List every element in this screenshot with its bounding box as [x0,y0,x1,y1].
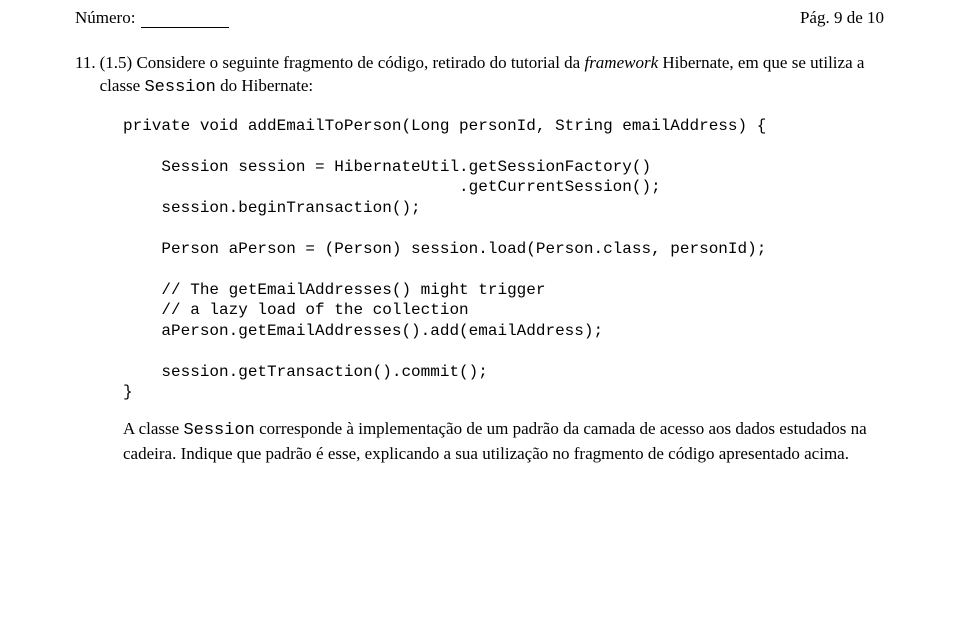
question-number: 11. [75,52,96,100]
code-line: session.beginTransaction(); [123,199,421,217]
question-framework-word: framework [584,53,658,72]
closing-text: A classe Session corresponde à implement… [123,418,884,466]
page-header: Número: Pág. 9 de 10 [75,8,884,28]
closing-session-word: Session [183,421,254,440]
numero-underline [141,9,229,28]
page: Número: Pág. 9 de 10 11. (1.5) Considere… [0,0,959,628]
code-line: session.getTransaction().commit(); [123,363,488,381]
code-line: // a lazy load of the collection [123,301,469,319]
code-line: private void addEmailToPerson(Long perso… [123,117,766,135]
question-text: (1.5) Considere o seguinte fragmento de … [100,52,884,100]
numero-field: Número: [75,8,229,28]
numero-label: Número: [75,8,135,28]
code-line: } [123,383,133,401]
code-line: // The getEmailAddresses() might trigger [123,281,545,299]
question-session-word: Session [144,78,215,97]
code-line: Session session = HibernateUtil.getSessi… [123,158,651,176]
question-points: (1.5) [100,53,133,72]
code-line: Person aPerson = (Person) session.load(P… [123,240,766,258]
code-line: .getCurrentSession(); [123,178,661,196]
question-text-part1: Considere o seguinte fragmento de código… [132,53,584,72]
code-block: private void addEmailToPerson(Long perso… [123,116,884,403]
question-text-part3: do Hibernate: [216,76,313,95]
closing-part1: A classe [123,419,183,438]
question-block: 11. (1.5) Considere o seguinte fragmento… [75,52,884,100]
code-line: aPerson.getEmailAddresses().add(emailAdd… [123,322,603,340]
page-number: Pág. 9 de 10 [800,8,884,28]
